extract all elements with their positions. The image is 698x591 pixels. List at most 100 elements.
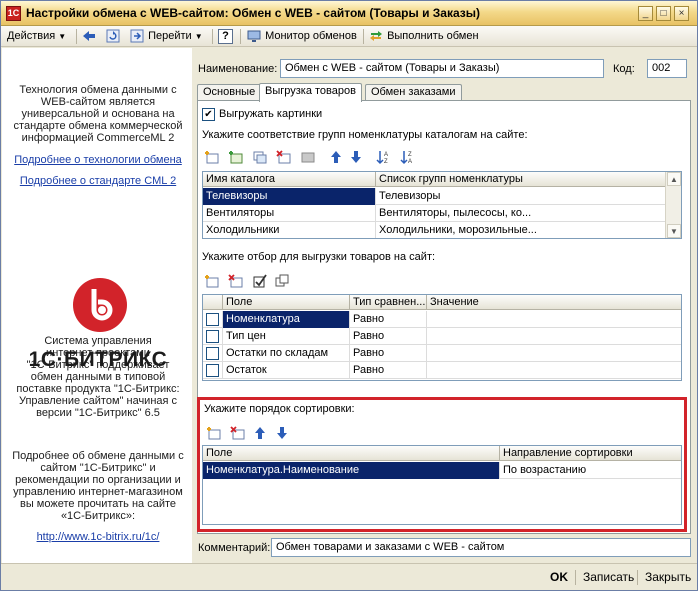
scroll-up-icon[interactable]: ▲ <box>667 172 681 186</box>
help-button[interactable]: ? <box>218 28 233 45</box>
value-cell[interactable] <box>427 311 681 328</box>
minimize-icon[interactable]: _ <box>638 6 653 21</box>
add-group-icon[interactable] <box>228 149 244 165</box>
groups-cell[interactable]: Телевизоры <box>376 188 667 205</box>
footer-bar: OK Записать Закрыть <box>1 563 697 590</box>
close-icon[interactable]: × <box>674 6 689 21</box>
table-row[interactable]: Остатки по складам Равно <box>203 345 681 362</box>
tab-export-goods[interactable]: Выгрузка товаров <box>259 83 362 102</box>
tab-general[interactable]: Основные <box>197 84 262 101</box>
groups-cell[interactable]: Холодильники, морозильные... <box>376 222 667 238</box>
column-catalog-name[interactable]: Имя каталога <box>203 172 376 187</box>
column-field[interactable]: Поле <box>223 295 350 310</box>
actions-menu[interactable]: Действия ▼ <box>7 28 66 45</box>
comment-input[interactable]: Обмен товарами и заказами с WEB - сайтом <box>271 538 691 557</box>
code-input[interactable]: 002 <box>647 59 687 78</box>
catalog-grid[interactable]: Имя каталога Список групп номенклатуры Т… <box>202 171 682 239</box>
link-exchange-technology[interactable]: Подробнее о технологии обмена <box>10 154 186 166</box>
toolbar-divider <box>76 29 77 44</box>
save-button[interactable]: Записать <box>583 569 634 586</box>
catalog-name-cell[interactable]: Холодильники <box>203 222 376 238</box>
goto-menu[interactable]: Перейти ▼ <box>129 28 203 45</box>
comparison-cell[interactable]: Равно <box>350 311 427 328</box>
column-comparison-type[interactable]: Тип сравнен... <box>350 295 427 310</box>
filter-use-checkbox[interactable] <box>206 364 219 377</box>
run-exchange-button[interactable]: Выполнить обмен <box>368 28 479 45</box>
add-row-icon[interactable] <box>204 273 220 289</box>
back-button[interactable] <box>81 28 97 45</box>
column-sort-field[interactable]: Поле <box>203 446 500 461</box>
sort-field-cell[interactable]: Номенклатура.Наименование <box>203 462 500 479</box>
uncheck-all-icon[interactable] <box>274 273 290 289</box>
edit-row-icon[interactable] <box>300 149 316 165</box>
table-row[interactable]: Номенклатура.Наименование По возрастанию <box>203 462 681 479</box>
maximize-icon[interactable]: □ <box>656 6 671 21</box>
field-cell[interactable]: Остатки по складам <box>223 345 350 362</box>
use-cell <box>203 311 223 328</box>
table-row[interactable]: Остаток Равно <box>203 362 681 379</box>
refresh-icon <box>105 28 121 44</box>
toolbar-divider <box>240 29 241 44</box>
delete-row-icon[interactable] <box>230 425 246 441</box>
filter-use-checkbox[interactable] <box>206 313 219 326</box>
sort-asc-icon[interactable]: AZ <box>376 149 392 165</box>
field-cell[interactable]: Номенклатура <box>223 311 350 328</box>
upload-images-checkbox[interactable]: ✔ <box>202 108 215 121</box>
delete-row-icon[interactable] <box>276 149 292 165</box>
sort-desc-icon[interactable]: ZA <box>400 149 416 165</box>
comparison-cell[interactable]: Равно <box>350 345 427 362</box>
close-button[interactable]: Закрыть <box>645 569 691 586</box>
catalog-hint: Укажите соответствие групп номенклатуры … <box>202 129 528 141</box>
catalog-name-cell[interactable]: Телевизоры <box>203 188 376 205</box>
table-row[interactable]: Телевизоры Телевизоры <box>203 188 681 205</box>
groups-cell[interactable]: Вентиляторы, пылесосы, ко... <box>376 205 667 222</box>
toolbar-divider <box>212 29 213 44</box>
code-label: Код: <box>613 63 635 75</box>
column-value[interactable]: Значение <box>427 295 681 310</box>
filter-grid[interactable]: Поле Тип сравнен... Значение Номенклатур… <box>202 294 682 381</box>
field-cell[interactable]: Тип цен <box>223 328 350 345</box>
value-cell[interactable] <box>427 362 681 379</box>
link-bitrix-site[interactable]: http://www.1c-bitrix.ru/1c/ <box>10 531 186 543</box>
more-info-text: Подробнее об обмене данными с сайтом "1С… <box>12 450 184 522</box>
field-cell[interactable]: Остаток <box>223 362 350 379</box>
sort-direction-cell[interactable]: По возрастанию <box>500 462 681 479</box>
value-cell[interactable] <box>427 328 681 345</box>
catalog-scrollbar[interactable]: ▲ ▼ <box>665 172 681 238</box>
catalog-grid-header: Имя каталога Список групп номенклатуры <box>203 172 681 187</box>
comparison-cell[interactable]: Равно <box>350 328 427 345</box>
title-bar[interactable]: 1С Настройки обмена с WEB-сайтом: Обмен … <box>1 1 697 26</box>
move-up-icon[interactable] <box>328 149 344 165</box>
run-exchange-icon <box>368 28 384 44</box>
refresh-button[interactable] <box>105 28 121 45</box>
table-row[interactable]: Вентиляторы Вентиляторы, пылесосы, ко... <box>203 205 681 222</box>
add-row-icon[interactable] <box>204 149 220 165</box>
column-nomenclature-groups[interactable]: Список групп номенклатуры <box>376 172 667 187</box>
filter-use-checkbox[interactable] <box>206 347 219 360</box>
add-row-icon[interactable] <box>206 425 222 441</box>
table-row[interactable]: Номенклатура Равно <box>203 311 681 328</box>
tab-orders-exchange[interactable]: Обмен заказами <box>365 84 462 101</box>
comparison-cell[interactable]: Равно <box>350 362 427 379</box>
move-down-icon[interactable] <box>274 425 290 441</box>
move-up-icon[interactable] <box>252 425 268 441</box>
ok-button[interactable]: OK <box>550 569 568 586</box>
copy-row-icon[interactable] <box>252 149 268 165</box>
filter-use-checkbox[interactable] <box>206 330 219 343</box>
move-down-icon[interactable] <box>348 149 364 165</box>
scroll-down-icon[interactable]: ▼ <box>667 224 681 238</box>
table-row[interactable]: Тип цен Равно <box>203 328 681 345</box>
goto-label: Перейти <box>148 30 192 42</box>
monitor-button[interactable]: Монитор обменов <box>246 28 357 45</box>
table-row[interactable]: Холодильники Холодильники, морозильные..… <box>203 222 681 238</box>
delete-row-icon[interactable] <box>228 273 244 289</box>
value-cell[interactable] <box>427 345 681 362</box>
goto-icon <box>129 28 145 44</box>
column-sort-direction[interactable]: Направление сортировки <box>500 446 681 461</box>
sort-grid[interactable]: Поле Направление сортировки Номенклатура… <box>202 445 682 525</box>
chevron-down-icon: ▼ <box>194 32 203 41</box>
link-cml-standard[interactable]: Подробнее о стандарте CML 2 <box>10 175 186 187</box>
name-input[interactable]: Обмен с WEB - сайтом (Товары и Заказы) <box>280 59 604 78</box>
catalog-name-cell[interactable]: Вентиляторы <box>203 205 376 222</box>
check-all-icon[interactable] <box>252 273 268 289</box>
